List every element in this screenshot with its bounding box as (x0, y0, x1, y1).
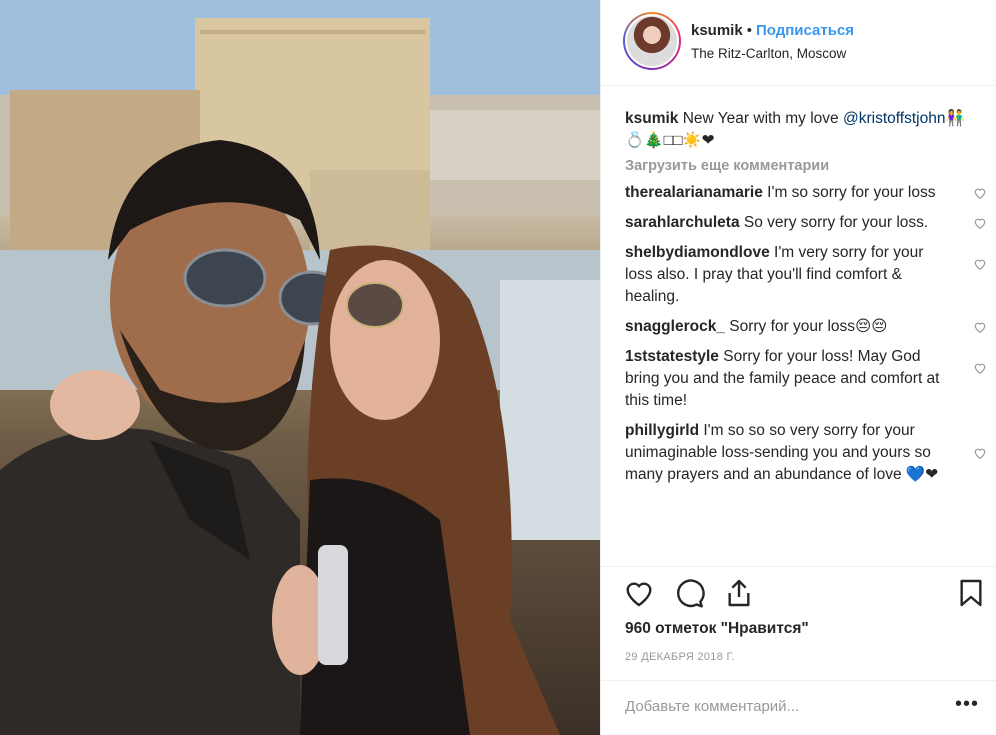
comment-username[interactable]: shelbydiamondlove (625, 244, 770, 261)
small-heart-icon[interactable] (973, 186, 987, 200)
comment-username[interactable]: phillygirld (625, 422, 699, 439)
post-caption: ksumik New Year with my love @kristoffst… (625, 108, 965, 152)
post-sidebar: ksumik • Подписаться The Ritz-Carlton, Mos… (600, 0, 996, 735)
comments-list: ksumik New Year with my love @kristoffst… (625, 108, 986, 494)
heart-icon[interactable] (623, 577, 655, 609)
comment-username[interactable]: therealarianamarie (625, 184, 763, 201)
comment-text: Sorry for your loss😔😔 (729, 318, 888, 335)
small-heart-icon[interactable] (973, 361, 987, 375)
separator-dot: • (746, 22, 752, 39)
comment-icon[interactable] (673, 577, 705, 609)
comment-item: snagglerock_ Sorry for your loss😔😔 (625, 316, 986, 338)
small-heart-icon[interactable] (973, 216, 987, 230)
comment-item: phillygirld I'm so so so very sorry for … (625, 420, 986, 486)
comment-item: sarahlarchuleta So very sorry for your l… (625, 212, 986, 234)
follow-button[interactable]: Подписаться (756, 22, 854, 39)
likes-count[interactable]: 960 отметок "Нравится" (625, 620, 809, 638)
comment-text: I'm so sorry for your loss (767, 184, 936, 201)
bookmark-icon[interactable] (955, 577, 987, 609)
username-link[interactable]: ksumik (691, 22, 743, 39)
post-header: ksumik • Подписаться The Ritz-Carlton, Mos… (601, 0, 996, 86)
small-heart-icon[interactable] (973, 446, 987, 460)
photo-illustration (0, 0, 600, 735)
comment-item: 1ststatestyle Sorry for your loss! May G… (625, 346, 986, 412)
comment-username[interactable]: 1ststatestyle (625, 348, 719, 365)
comment-item: shelbydiamondlove I'm very sorry for you… (625, 242, 986, 308)
comment-username[interactable]: snagglerock_ (625, 318, 725, 335)
comment-item: therealarianamarie I'm so sorry for your… (625, 182, 986, 204)
add-comment-input[interactable] (625, 698, 925, 715)
share-icon[interactable] (723, 577, 755, 609)
post-actions (601, 566, 996, 618)
small-heart-icon[interactable] (973, 257, 987, 271)
post-photo[interactable] (0, 0, 600, 735)
comment-text: So very sorry for your loss. (743, 214, 929, 231)
add-comment-bar: ••• (601, 680, 996, 735)
caption-username[interactable]: ksumik (625, 110, 678, 127)
small-heart-icon[interactable] (973, 320, 987, 334)
avatar[interactable] (623, 12, 681, 70)
comment-username[interactable]: sarahlarchuleta (625, 214, 740, 231)
load-more-comments-button[interactable]: Загрузить еще комментарии (625, 158, 965, 174)
caption-mention[interactable]: @kristoffstjohn (843, 110, 945, 127)
location-link[interactable]: The Ritz-Carlton, Moscow (691, 46, 846, 61)
user-line: ksumik • Подписаться (691, 22, 854, 39)
post-date[interactable]: 29 ДЕКАБРЯ 2018 Г. (625, 651, 735, 663)
caption-text: New Year with my love (682, 110, 839, 127)
more-options-button[interactable]: ••• (955, 693, 979, 716)
